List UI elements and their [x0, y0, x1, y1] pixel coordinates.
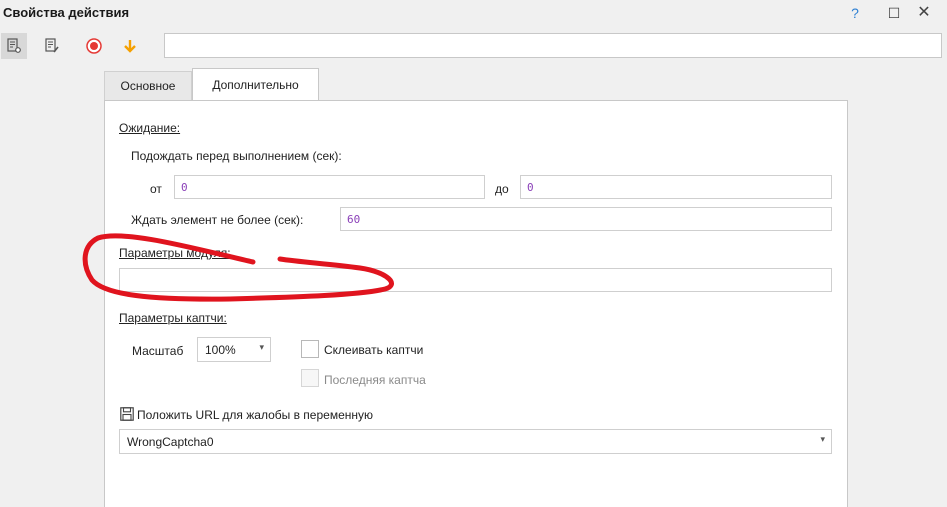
tab-panel: Ожидание: Подождать перед выполнением (с…	[104, 100, 848, 507]
close-button[interactable]: ✕	[914, 3, 934, 23]
wait-from-input[interactable]: 0	[174, 175, 485, 199]
scale-value: 100%	[205, 343, 236, 357]
window-title: Свойства действия	[3, 5, 130, 20]
chevron-down-icon: ▾	[259, 342, 264, 352]
wait-element-label: Ждать элемент не более (сек):	[131, 213, 304, 227]
complaint-url-label: Положить URL для жалобы в переменную	[137, 408, 374, 422]
toolbar	[0, 29, 947, 63]
captcha-section-title: Параметры каптчи:	[119, 311, 227, 325]
scale-dropdown[interactable]: 100% ▾	[197, 337, 271, 362]
module-params-input[interactable]	[119, 268, 832, 292]
help-button[interactable]: ?	[845, 3, 865, 23]
toolbar-input[interactable]	[164, 33, 942, 58]
title-bar: Свойства действия ? ☐ ✕	[0, 0, 947, 27]
scale-label: Масштаб	[132, 344, 184, 358]
last-captcha-checkbox[interactable]	[301, 369, 319, 387]
wait-element-input[interactable]: 60	[340, 207, 832, 231]
to-label: до	[495, 182, 509, 196]
arrow-down-icon	[124, 40, 136, 53]
edit-document-button[interactable]	[39, 33, 65, 59]
tab-main[interactable]: Основное	[104, 71, 192, 101]
record-icon	[86, 38, 102, 54]
glue-captcha-checkbox[interactable]	[301, 340, 319, 358]
action-settings-button[interactable]	[1, 33, 27, 59]
maximize-button[interactable]: ☐	[884, 3, 904, 23]
arrow-down-button[interactable]	[117, 33, 143, 59]
wait-before-label: Подождать перед выполнением (сек):	[131, 149, 342, 163]
wait-to-input[interactable]: 0	[520, 175, 832, 199]
document-gear-icon	[7, 38, 21, 53]
chevron-down-icon: ▾	[820, 434, 825, 444]
save-icon	[120, 407, 134, 424]
from-label: от	[150, 182, 162, 196]
last-captcha-label: Последняя каптча	[324, 373, 426, 387]
module-section-title: Параметры модуля:	[119, 246, 231, 260]
complaint-variable-dropdown[interactable]: WrongCaptcha0 ▾	[119, 429, 832, 454]
glue-captcha-label: Склеивать каптчи	[324, 343, 424, 357]
tab-additional[interactable]: Дополнительно	[192, 68, 319, 101]
document-edit-icon	[45, 38, 59, 53]
record-button[interactable]	[81, 33, 107, 59]
complaint-variable-value: WrongCaptcha0	[127, 435, 214, 449]
wait-section-title: Ожидание:	[119, 121, 181, 135]
